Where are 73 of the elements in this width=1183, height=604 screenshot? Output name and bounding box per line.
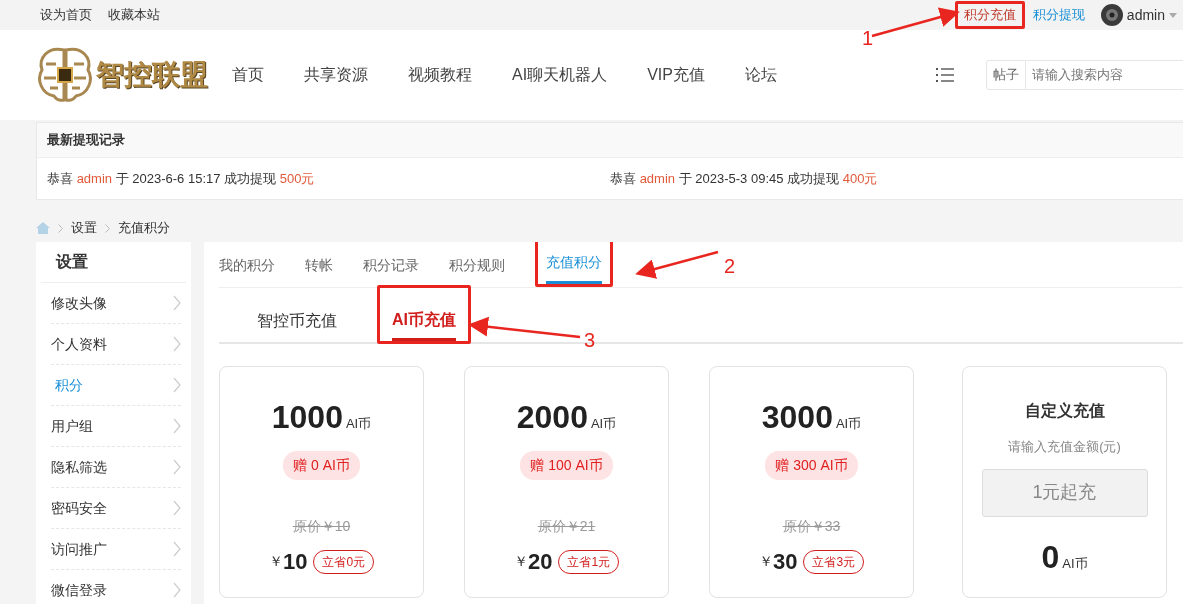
amount-field[interactable]: 1元起充 xyxy=(981,468,1148,517)
bonus-tag: 赠 0 AI币 xyxy=(283,451,360,480)
chevron-icon xyxy=(173,336,181,352)
package-price: 10 xyxy=(282,548,308,576)
notice-text: 恭喜 admin 于 2023-6-6 15:17 成功提现 500元 xyxy=(47,170,315,186)
nav-link[interactable]: 视频教程 xyxy=(408,63,472,87)
sidebar-item[interactable]: 微信登录 xyxy=(51,570,181,604)
user-name[interactable]: admin xyxy=(1126,4,1165,26)
package-price: 20 xyxy=(527,548,553,576)
breadcrumb-link[interactable]: 设置 xyxy=(71,218,97,238)
notice-text: 恭喜 admin 于 2023-5-3 09:45 成功提现 400元 xyxy=(610,170,878,186)
custom-hint: 请输入充值金额(元) xyxy=(1007,438,1122,456)
original-price: 原价￥33 xyxy=(782,517,841,536)
nav-link[interactable]: VIP充值 xyxy=(647,63,705,87)
tab[interactable]: 转帐 xyxy=(305,242,333,287)
sidebar-item[interactable]: 隐私筛选 xyxy=(51,447,181,488)
annotation-number: 3 xyxy=(584,330,596,350)
subtab[interactable]: 智控币充值 xyxy=(257,289,337,342)
chevron-icon xyxy=(173,541,181,557)
tab[interactable]: 充值积分 xyxy=(546,242,602,284)
chevron-icon xyxy=(58,223,63,233)
unit-label: AI币 xyxy=(835,416,862,431)
sidebar-item[interactable]: 用户组 xyxy=(51,406,181,447)
subtab[interactable]: AI币充值 xyxy=(392,288,456,341)
tab[interactable]: 我的积分 xyxy=(219,242,275,287)
original-price: 原价￥10 xyxy=(292,517,351,536)
search-field[interactable]: 请输入搜索内容 xyxy=(1026,60,1183,90)
sidebar-item[interactable]: 密码安全 xyxy=(51,488,181,529)
original-price: 原价￥21 xyxy=(537,517,596,536)
top-link[interactable]: 设为首页 xyxy=(40,5,92,25)
sidebar-item[interactable]: 访问推广 xyxy=(51,529,181,570)
nav-link[interactable]: AI聊天机器人 xyxy=(512,63,608,87)
unit-label: AI币 xyxy=(590,416,617,431)
chevron-icon xyxy=(173,295,181,311)
chevron-icon xyxy=(173,377,181,393)
unit-label: AI币 xyxy=(345,416,372,431)
package-card[interactable]: 1000 AI币 赠 0 AI币 原价￥10 ￥10 立省0元 xyxy=(219,366,424,598)
bonus-tag: 赠 100 AI币 xyxy=(520,451,613,480)
bonus-tag: 赠 300 AI币 xyxy=(765,451,858,480)
unit-label: AI币 xyxy=(1062,555,1088,571)
top-link[interactable]: 积分充值 xyxy=(959,4,1020,26)
sidebar-title: 设置 xyxy=(41,242,186,283)
avatar[interactable] xyxy=(1100,4,1123,26)
package-amount: 2000 xyxy=(516,399,588,435)
currency-sign: ￥ xyxy=(758,552,773,571)
chevron-icon xyxy=(173,582,181,598)
currency-sign: ￥ xyxy=(513,552,528,571)
notice-title: 最新提现记录 xyxy=(37,123,1183,158)
breadcrumb-link[interactable]: 充值积分 xyxy=(118,218,170,238)
package-card[interactable]: 3000 AI币 赠 300 AI币 原价￥33 ￥30 立省3元 xyxy=(709,366,914,598)
package-card[interactable]: 2000 AI币 赠 100 AI币 原价￥21 ￥20 立省1元 xyxy=(464,366,669,598)
top-link[interactable]: 收藏本站 xyxy=(108,5,160,25)
sidebar-item[interactable]: 修改头像 xyxy=(51,283,181,324)
tab[interactable]: 积分记录 xyxy=(363,242,419,287)
custom-amount: 0 xyxy=(1041,538,1060,575)
chevron-icon xyxy=(173,459,181,475)
annotation-number: 2 xyxy=(724,256,736,276)
nav-link[interactable]: 共享资源 xyxy=(304,63,368,87)
nav-link[interactable]: 首页 xyxy=(232,63,264,87)
annotation-number: 1 xyxy=(862,28,874,48)
custom-title: 自定义充值 xyxy=(1023,401,1106,421)
sidebar-item[interactable]: 个人资料 xyxy=(51,324,181,365)
chevron-icon xyxy=(173,418,181,434)
package-amount: 1000 xyxy=(271,399,343,435)
chevron-icon xyxy=(173,500,181,516)
chevron-icon xyxy=(105,223,110,233)
package-price: 30 xyxy=(772,548,798,576)
currency-sign: ￥ xyxy=(268,552,283,571)
sidebar-item[interactable]: 积分 xyxy=(51,365,181,406)
menu-icon[interactable] xyxy=(936,67,954,83)
tab[interactable]: 积分规则 xyxy=(449,242,505,287)
nav-link[interactable]: 论坛 xyxy=(744,63,777,87)
package-amount: 3000 xyxy=(761,399,833,435)
